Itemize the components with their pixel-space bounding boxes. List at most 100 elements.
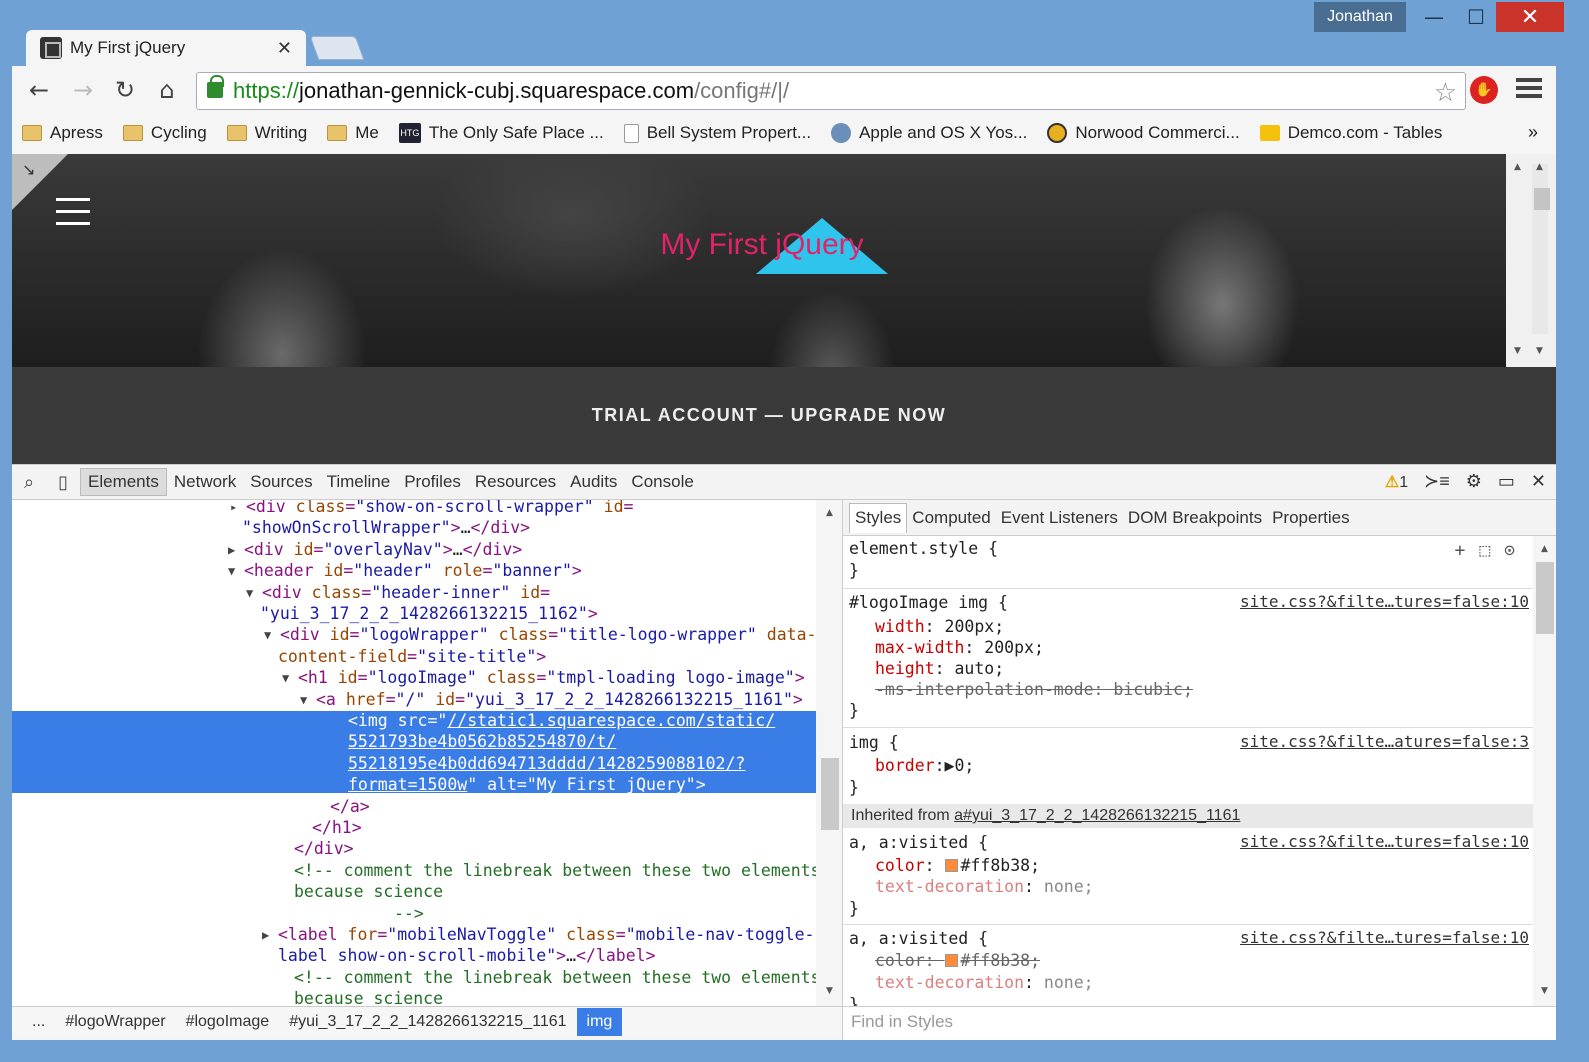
collapse-triangle-icon[interactable]: ▼ [264,624,271,646]
dom-tree-line[interactable]: </a> [330,796,370,818]
tab-audits[interactable]: Audits [563,468,624,496]
breadcrumb-logoimage[interactable]: #logoImage [176,1008,280,1036]
scroll-down-icon[interactable]: ▼ [1514,346,1521,356]
bookmark-me[interactable]: Me [327,123,379,143]
collapse-triangle-icon[interactable]: ▼ [282,667,289,689]
prop-border[interactable]: border:▶0; [875,755,974,777]
close-devtools-icon[interactable]: ✕ [1531,471,1546,492]
user-profile-badge[interactable]: Jonathan [1314,2,1406,32]
reload-icon[interactable]: ↻ [110,76,140,104]
settings-gear-icon[interactable]: ⚙ [1466,471,1482,492]
breadcrumb-anchor[interactable]: #yui_3_17_2_2_1428266132215_1161 [279,1008,576,1036]
tab-console[interactable]: Console [624,468,700,496]
find-in-styles-input[interactable]: Find in Styles [843,1006,1556,1040]
bookmark-demco[interactable]: Demco.com - Tables [1259,123,1442,143]
inspect-search-icon[interactable]: ⌕ [12,472,46,493]
scroll-up-icon[interactable]: ▲ [1514,162,1521,172]
hamburger-menu-icon[interactable] [56,198,90,234]
address-bar[interactable]: https://jonathan-gennick-cubj.squarespac… [196,72,1466,110]
bookmark-apple-osx[interactable]: Apple and OS X Yos... [831,123,1027,143]
prop-width[interactable]: width: 200px; [875,616,1004,638]
dom-tree-line[interactable]: content-field="site-title"> [278,646,546,668]
expand-arrow-icon[interactable]: ↘ [22,160,35,179]
page-scroll-thumb[interactable] [1534,188,1550,210]
dom-tree-line[interactable]: ▼ <div class="header-inner" id= [246,582,550,604]
bookmark-bell-system[interactable]: Bell System Propert... [623,123,811,143]
rule2-source-link[interactable]: site.css?&filte…atures=false:3 [1240,732,1529,751]
dom-tree-line[interactable]: </div> [294,838,354,860]
dom-tree-line[interactable]: ▼ <header id="header" role="banner"> [228,560,582,582]
dom-tree-line[interactable]: <!-- comment the linebreak between these… [294,860,816,882]
prop-height[interactable]: height: auto; [875,658,1004,680]
tab-computed[interactable]: Computed [907,503,995,533]
adblock-extension-icon[interactable]: ✋ [1470,76,1498,104]
tab-network[interactable]: Network [167,468,243,496]
warning-counter[interactable]: ⚠1 [1385,472,1408,492]
dom-tree-line[interactable]: 5521793be4b0562b85254870/t/ [348,731,616,753]
inherited-element-link[interactable]: a#yui_3_17_2_2_1428266132215_1161 [954,807,1240,824]
scroll-up-icon[interactable]: ▲ [1541,544,1548,554]
breadcrumb-logowrapper[interactable]: #logoWrapper [55,1008,175,1036]
scroll-up-icon[interactable]: ▲ [826,508,833,518]
dom-token[interactable]: 55218195e4b0dd694713dddd/1428259088102/? [348,754,745,773]
collapse-triangle-icon[interactable]: ▼ [228,560,235,582]
bookmark-htg[interactable]: HTG The Only Safe Place ... [398,123,604,143]
rule1-selector[interactable]: #logoImage img { [849,592,1008,614]
prop-max-width[interactable]: max-width: 200px; [875,637,1044,659]
rule4-source-link[interactable]: site.css?&filte…tures=false:10 [1240,928,1529,947]
elements-scroll-thumb[interactable] [821,758,839,830]
styles-scroll-thumb[interactable] [1536,562,1554,634]
tab-elements[interactable]: Elements [80,468,167,496]
tab-close-icon[interactable]: ✕ [277,38,292,59]
prop-text-decoration[interactable]: text-decoration: none; [875,876,1094,898]
page-scrollbar[interactable]: ▲ ▲ ▼ ▼ [1506,154,1556,367]
tab-properties[interactable]: Properties [1267,503,1354,533]
dom-tree-line[interactable]: </h1> [312,817,362,839]
forward-arrow-icon[interactable]: → [68,76,98,104]
bookmark-cycling[interactable]: Cycling [122,123,207,143]
dom-tree-line[interactable]: --> [394,903,424,925]
tab-resources[interactable]: Resources [468,468,563,496]
dom-tree-line[interactable]: ▶ <div id="overlayNav">…</div> [228,539,522,561]
color-swatch[interactable] [944,954,958,967]
dom-token[interactable]: 5521793be4b0562b85254870/t/ [348,732,616,751]
device-mode-icon[interactable]: ▯ [46,472,80,493]
tab-dom-breakpoints[interactable]: DOM Breakpoints [1123,503,1267,533]
dom-tree-line[interactable]: 55218195e4b0dd694713dddd/1428259088102/? [348,753,745,775]
dom-token[interactable]: format=1500w [348,775,467,794]
prop-color-overridden[interactable]: color: #ff8b38; [875,950,1040,972]
dom-tree-line[interactable]: <!-- comment the linebreak between these… [294,967,816,989]
expand-triangle-icon[interactable]: ▶ [262,924,269,946]
rule3-source-link[interactable]: site.css?&filte…tures=false:10 [1240,832,1529,851]
dom-tree-line[interactable]: ▼ <h1 id="logoImage" class="tmpl-loading … [282,667,805,689]
prop-color[interactable]: color: #ff8b38; [875,855,1040,877]
dom-tree-line[interactable]: "yui_3_17_2_2_1428266132215_1162"> [260,603,598,625]
home-icon[interactable]: ⌂ [152,76,182,104]
breadcrumb-img[interactable]: img [576,1007,623,1036]
color-swatch[interactable] [944,859,958,872]
elements-dom-tree[interactable]: ▸ <div class="show-on-scroll-wrapper" id=… [12,500,816,1006]
element-style-selector[interactable]: element.style { [849,538,998,560]
bookmarks-overflow-icon[interactable]: » [1528,122,1538,143]
dock-side-icon[interactable]: ▭ [1498,471,1515,492]
elements-scrollbar[interactable]: ▲ ▼ [818,500,842,1006]
breadcrumb-ellipsis[interactable]: ... [22,1008,55,1036]
dom-token[interactable]: //static1.squarespace.com/static/ [447,711,775,730]
bookmark-writing[interactable]: Writing [226,123,307,143]
styles-scrollbar[interactable]: ▲ ▼ [1533,536,1556,1006]
add-rule-icon[interactable]: + [1454,540,1465,561]
scroll-up-icon[interactable]: ▲ [1536,162,1543,172]
console-drawer-icon[interactable]: ≻≡ [1424,471,1450,492]
dom-tree-line[interactable]: <img src="//static1.squarespace.com/stat… [348,710,775,732]
dom-tree-line[interactable]: because science [294,988,443,1006]
close-window-button[interactable]: ✕ [1496,2,1564,32]
bookmark-apress[interactable]: Apress [22,123,103,143]
back-arrow-icon[interactable]: ← [24,76,54,104]
collapse-triangle-icon[interactable]: ▼ [300,689,307,711]
tab-timeline[interactable]: Timeline [320,468,398,496]
dom-tree-line[interactable]: ▼ <a href="/" id="yui_3_17_2_2_1428266132… [300,689,803,711]
maximize-button[interactable]: ☐ [1456,2,1496,32]
scroll-down-icon[interactable]: ▼ [826,986,833,996]
prop-struck-interpolation[interactable]: -ms-interpolation-mode: bicubic; [875,679,1193,701]
animation-icon[interactable]: ⊙ [1504,540,1515,561]
